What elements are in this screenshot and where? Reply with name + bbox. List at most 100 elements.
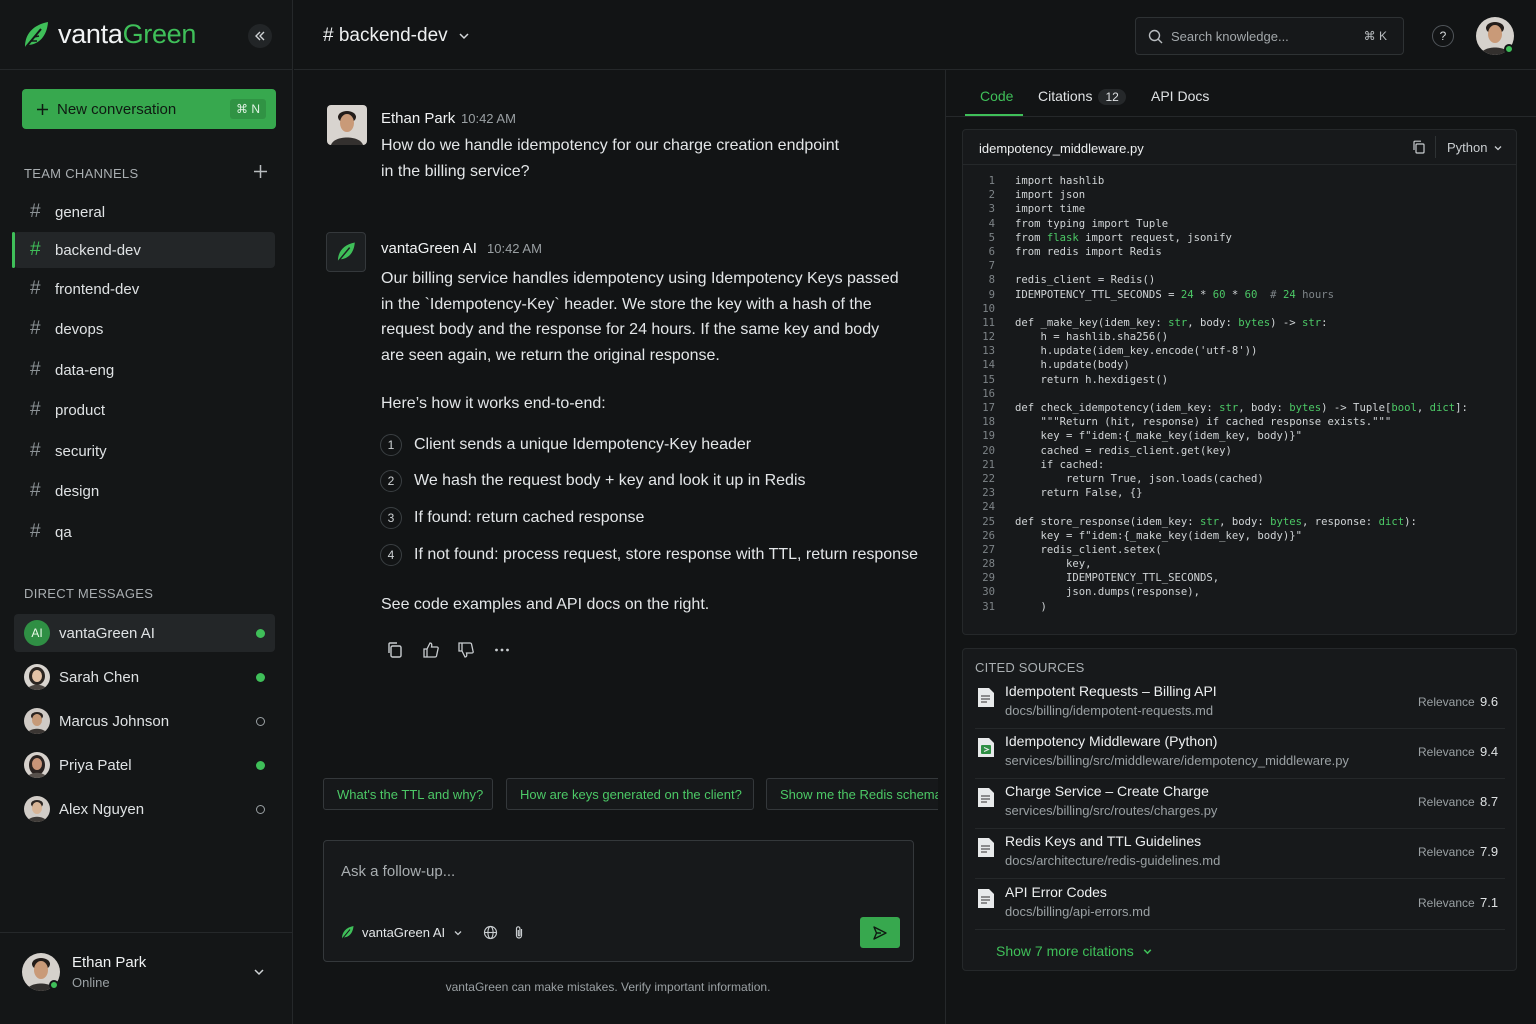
document-icon xyxy=(978,889,994,908)
dm-vantagreen-ai[interactable]: AI vantaGreen AI xyxy=(14,614,275,652)
source-item[interactable]: API Error Codes docs/billing/api-errors.… xyxy=(975,880,1505,930)
collapse-sidebar-button[interactable] xyxy=(248,24,272,48)
suggestion-chip[interactable]: What's the TTL and why? xyxy=(323,778,493,810)
code-line: 17 def check_idempotency(idem_key: str, b… xyxy=(963,401,1516,415)
channel-backend-dev[interactable]: # backend-dev xyxy=(12,232,275,268)
code-line: 7 xyxy=(963,259,1516,273)
channel-security[interactable]: # security xyxy=(14,433,275,469)
code-text: import json xyxy=(1015,189,1086,202)
channel-label: general xyxy=(55,203,106,221)
add-channel-icon[interactable] xyxy=(253,164,268,179)
source-item[interactable]: Redis Keys and TTL Guidelines docs/archi… xyxy=(975,829,1505,879)
relevance-score: 9.6 xyxy=(1480,694,1499,709)
search-box[interactable]: ⌘ K xyxy=(1135,17,1404,55)
help-button[interactable]: ? xyxy=(1432,25,1454,47)
message-author: Ethan Park xyxy=(381,110,456,127)
new-conversation-shortcut: ⌘ N xyxy=(230,99,266,119)
divider xyxy=(1435,136,1436,158)
code-text: h = hashlib.sha256() xyxy=(1015,331,1169,344)
thumbs-down-icon[interactable] xyxy=(457,641,475,659)
code-line: 9 IDEMPOTENCY_TTL_SECONDS = 24 * 60 * 60 … xyxy=(963,288,1516,302)
dm-alex-nguyen[interactable]: Alex Nguyen xyxy=(14,790,275,828)
language-selector[interactable]: Python xyxy=(1447,140,1503,155)
thumbs-up-icon[interactable] xyxy=(422,641,440,659)
channel-design[interactable]: # design xyxy=(14,473,275,509)
team-channels-title: TEAM CHANNELS xyxy=(24,166,139,181)
copy-icon[interactable] xyxy=(386,641,404,659)
channel-label: devops xyxy=(55,320,104,338)
source-item[interactable]: Idempotent Requests – Billing API docs/b… xyxy=(975,679,1505,729)
channel-general[interactable]: # general xyxy=(14,194,275,230)
channel-devops[interactable]: # devops xyxy=(14,311,275,347)
message-line: request body and the response for 24 hou… xyxy=(381,321,880,338)
code-text: redis_client.setex( xyxy=(1015,543,1162,556)
globe-icon[interactable] xyxy=(483,925,498,940)
code-text: key, xyxy=(1015,558,1092,571)
chevron-down-icon xyxy=(459,33,469,40)
hash-icon: # xyxy=(30,201,41,222)
code-text: return False, {} xyxy=(1015,487,1143,500)
search-input[interactable] xyxy=(1171,28,1361,44)
chat-area: Ethan Park 10:42 AM How do we handle ide… xyxy=(294,70,945,1024)
send-button[interactable] xyxy=(860,917,900,948)
channel-product[interactable]: # product xyxy=(14,392,275,428)
follow-up-input[interactable] xyxy=(341,863,881,903)
tab-label: Citations xyxy=(1038,88,1093,104)
source-path: docs/billing/idempotent-requests.md xyxy=(1005,703,1214,718)
hash-icon: # xyxy=(30,278,41,299)
channel-label: backend-dev xyxy=(55,241,141,259)
cited-sources: CITED SOURCES Idempotent Requests – Bill… xyxy=(962,648,1517,971)
hash-icon: # xyxy=(30,521,41,542)
channel-frontend-dev[interactable]: # frontend-dev xyxy=(14,271,275,307)
line-number: 22 xyxy=(982,472,995,485)
copy-icon[interactable] xyxy=(1412,140,1426,154)
paperclip-icon[interactable] xyxy=(512,925,526,940)
line-number: 16 xyxy=(982,387,995,400)
dm-sarah-chen[interactable]: Sarah Chen xyxy=(14,658,275,696)
line-number: 2 xyxy=(988,189,995,202)
source-item[interactable]: Charge Service – Create Charge services/… xyxy=(975,779,1505,829)
line-number: 19 xyxy=(982,430,995,443)
message-line: are seen again, we return the original r… xyxy=(381,346,720,364)
avatar xyxy=(24,664,50,690)
suggestion-chip[interactable]: Show me the Redis schema xyxy=(766,778,938,810)
code-line: 31 ) xyxy=(963,600,1516,614)
message-line: in the `Idempotency-Key` header. We stor… xyxy=(381,295,872,313)
new-conversation-button[interactable]: New conversation ⌘ N xyxy=(22,89,276,129)
code-text: import time xyxy=(1015,203,1086,216)
code-line: 20 cached = redis_client.get(key) xyxy=(963,444,1516,458)
message-time: 10:42 AM xyxy=(487,241,542,256)
channel-title: # backend-dev xyxy=(323,25,448,46)
dm-label: Priya Patel xyxy=(59,756,132,774)
line-number: 20 xyxy=(982,444,995,457)
user-profile-menu[interactable]: Ethan Park Online xyxy=(0,932,293,1024)
suggestion-chip[interactable]: How are keys generated on the client? xyxy=(506,778,754,810)
tab-code[interactable]: Code xyxy=(980,88,1013,104)
step-number: 4 xyxy=(380,544,402,566)
source-title: API Error Codes xyxy=(1005,884,1107,900)
source-item[interactable]: Idempotency Middleware (Python) services… xyxy=(975,729,1505,779)
code-text: IDEMPOTENCY_TTL_SECONDS = 24 * 60 * 60 #… xyxy=(1015,288,1334,301)
show-more-citations-button[interactable]: Show 7 more citations xyxy=(996,943,1153,959)
tab-citations[interactable]: Citations 12 xyxy=(1038,88,1126,105)
step-number: 3 xyxy=(380,507,402,529)
plus-icon xyxy=(37,103,48,115)
channel-data-eng[interactable]: # data-eng xyxy=(14,352,275,388)
code-line: 25 def store_response(idem_key: str, body… xyxy=(963,515,1516,529)
code-text: cached = redis_client.get(key) xyxy=(1015,444,1232,457)
offline-status-dot xyxy=(256,805,265,814)
code-line: 2 import json xyxy=(963,188,1516,202)
more-options-icon[interactable] xyxy=(493,641,511,659)
dm-marcus-johnson[interactable]: Marcus Johnson xyxy=(14,702,275,740)
line-number: 17 xyxy=(982,402,995,414)
line-number: 15 xyxy=(982,373,995,386)
hash-icon: # xyxy=(30,318,41,339)
leaf-logo-icon xyxy=(337,242,355,262)
channel-switcher[interactable]: # backend-dev xyxy=(323,25,470,47)
dm-priya-patel[interactable]: Priya Patel xyxy=(14,746,275,784)
relevance-score: 7.9 xyxy=(1480,844,1499,859)
source-path: docs/architecture/redis-guidelines.md xyxy=(1005,853,1221,868)
channel-qa[interactable]: # qa xyxy=(14,514,275,550)
tab-api-docs[interactable]: API Docs xyxy=(1151,88,1209,104)
model-selector[interactable]: vantaGreen AI xyxy=(340,925,526,940)
